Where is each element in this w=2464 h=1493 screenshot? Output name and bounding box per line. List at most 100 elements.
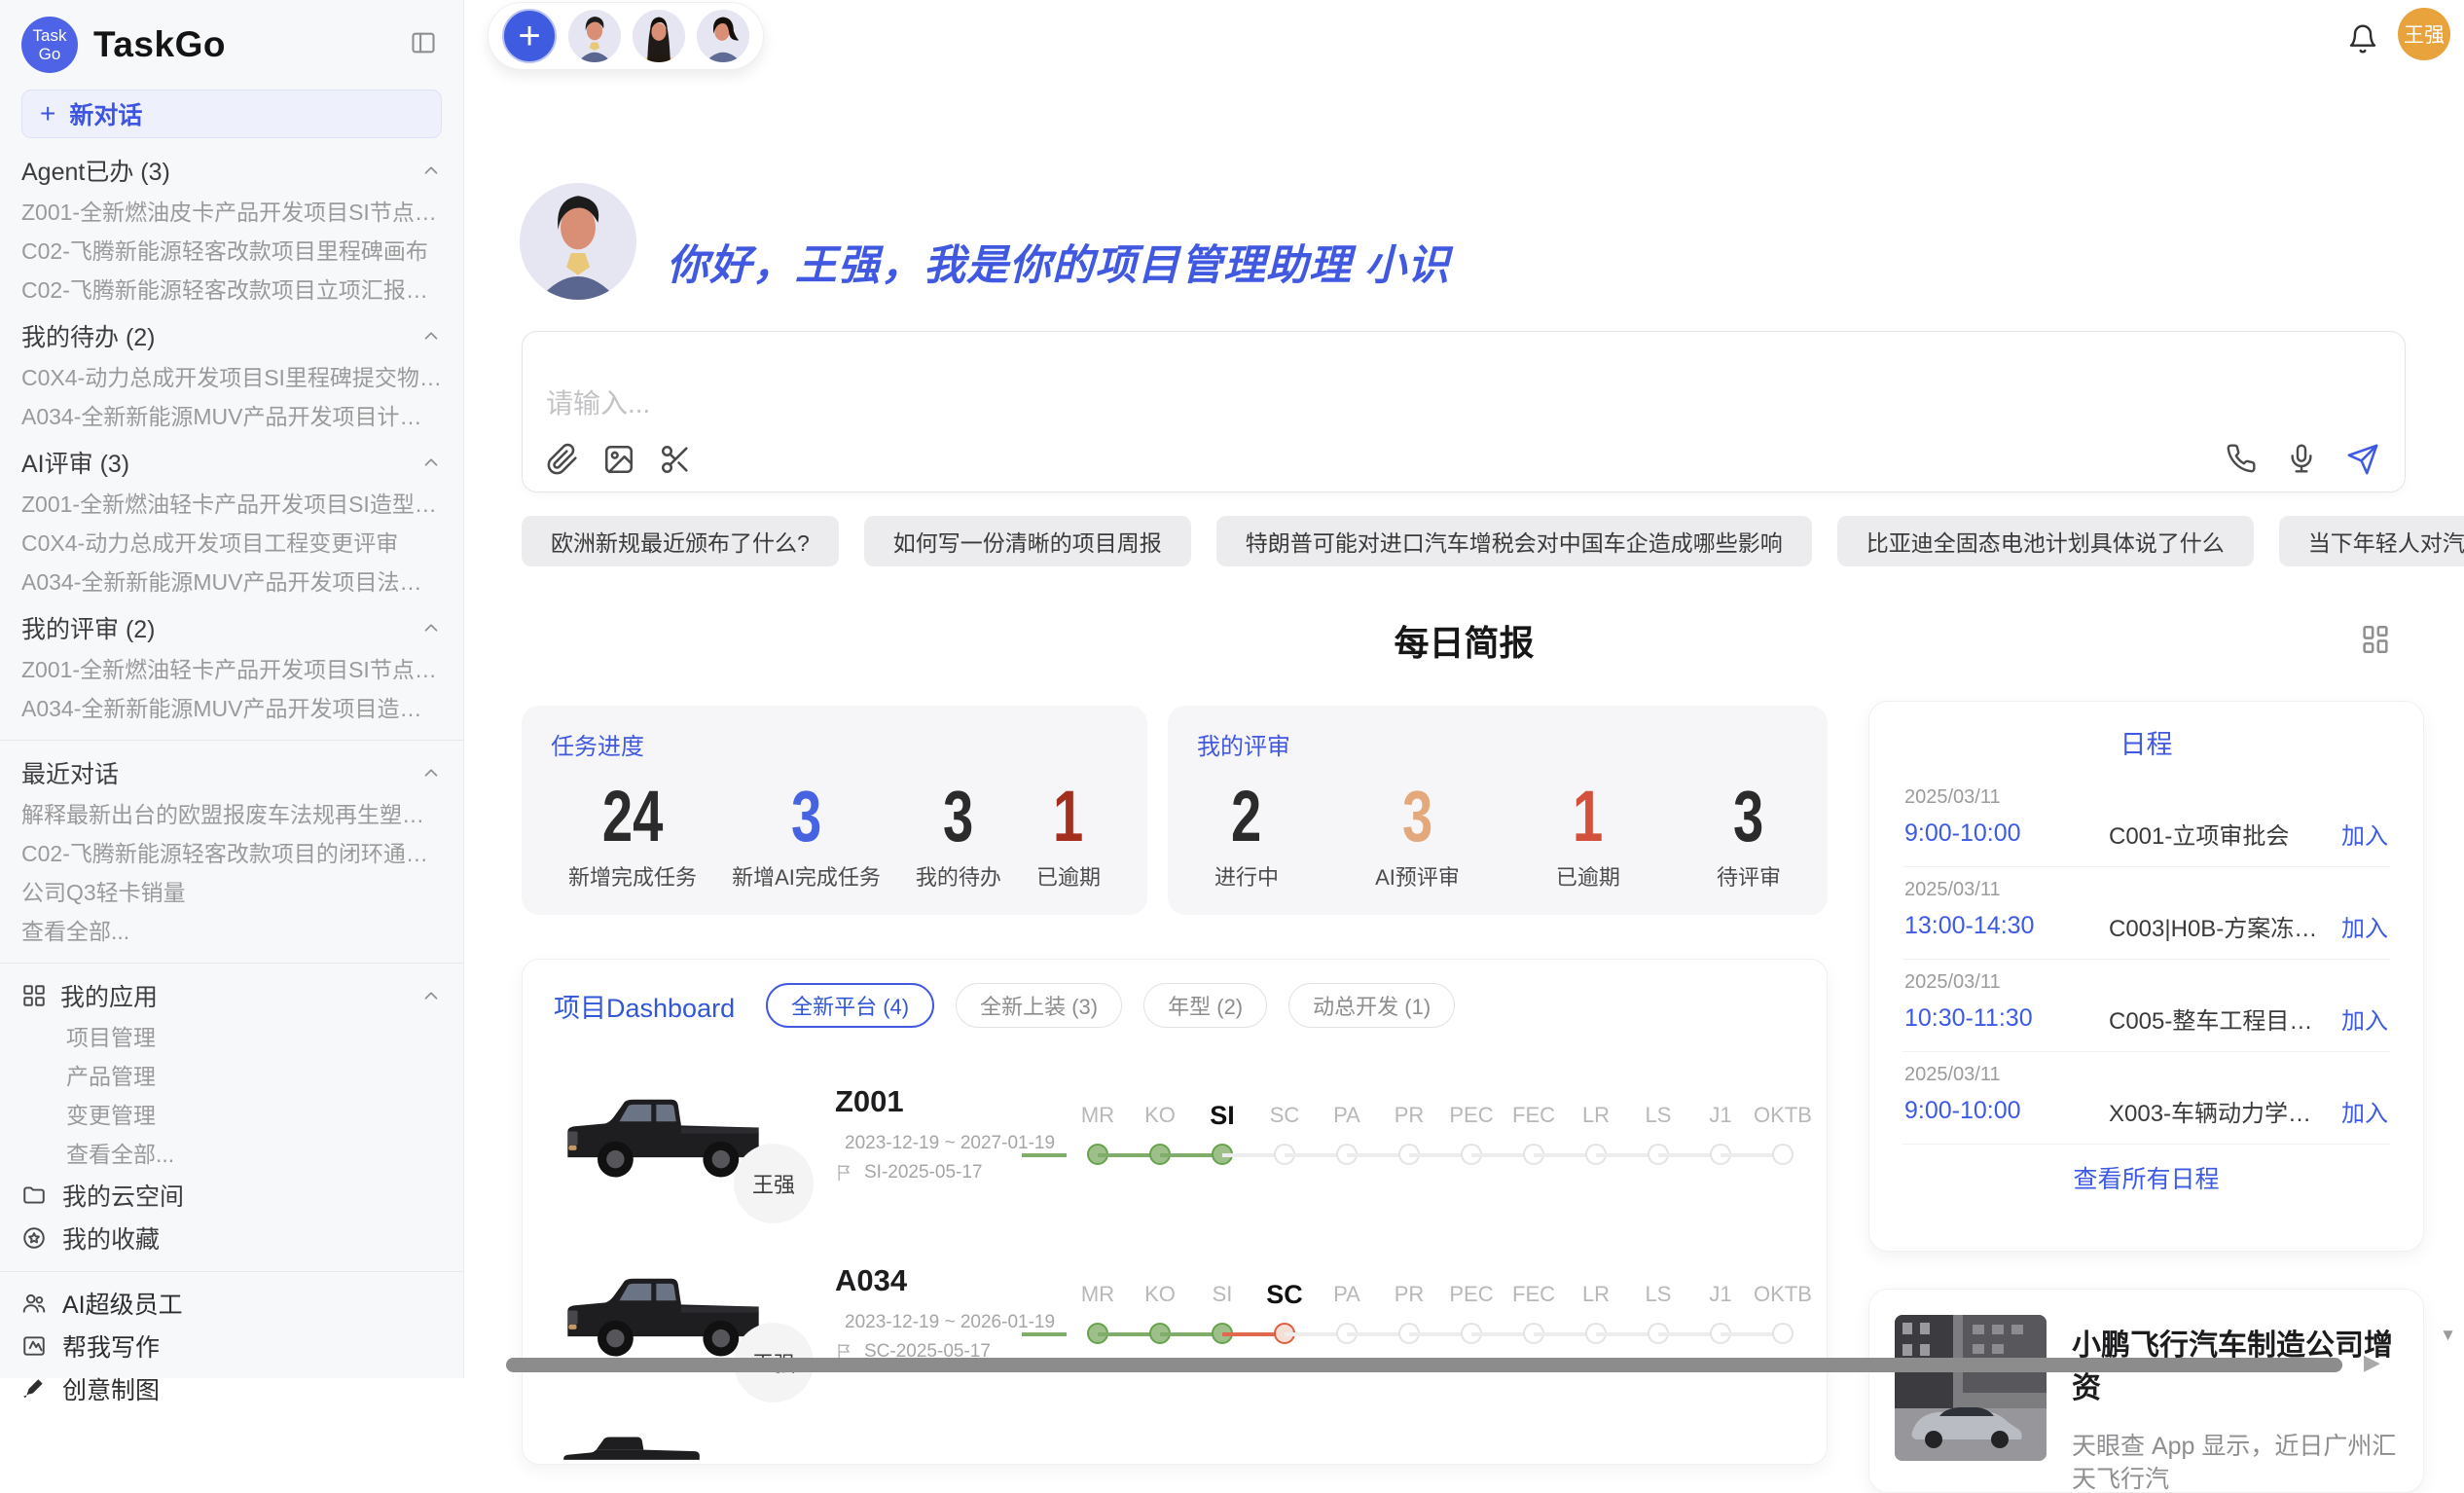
- stat-ai-done: 3 新增AI完成任务: [732, 775, 881, 892]
- my-review-card: 我的评审 2 进行中 3 AI预评审 1 已逾期 3 待评审: [1168, 706, 1828, 915]
- scissors-icon[interactable]: [659, 443, 692, 476]
- chevron-up-icon[interactable]: [420, 160, 442, 181]
- join-link[interactable]: 加入: [2341, 909, 2388, 943]
- chevron-up-icon[interactable]: [420, 985, 442, 1006]
- mic-icon[interactable]: [2286, 443, 2319, 476]
- attachment-icon[interactable]: [546, 443, 579, 476]
- section-ai-review[interactable]: AI评审 (3): [21, 440, 442, 485]
- avatar-female-2[interactable]: [697, 10, 749, 62]
- recent-chat-item[interactable]: 公司Q3轻卡销量: [21, 873, 442, 912]
- project-dates: 2023-12-19 ~ 2027-01-19: [835, 1133, 1033, 1154]
- event-time: 13:00-14:30: [1904, 912, 2070, 940]
- view-all-schedule-link[interactable]: 查看所有日程: [1902, 1160, 2390, 1195]
- stat-ai-prereview: 3 AI预评审: [1375, 775, 1460, 892]
- dashboard-title: 项目Dashboard: [554, 987, 735, 1025]
- recent-chat-item[interactable]: 解释最新出台的欧盟报废车法规再生塑料比例被调至15%...: [21, 795, 442, 834]
- suggestion-chip[interactable]: 如何写一份清晰的项目周报: [864, 516, 1191, 566]
- send-icon[interactable]: [2346, 443, 2379, 476]
- view-all-apps[interactable]: 查看全部...: [21, 1135, 442, 1174]
- event-name: X003-车辆动力学性能验...: [2070, 1094, 2328, 1128]
- filter-chip-upfit[interactable]: 全新上装 (3): [956, 983, 1122, 1028]
- sidebar-item[interactable]: Z001-全新燃油轻卡产品开发项目SI造型提交物评审: [21, 485, 442, 524]
- filter-chip-powertrain[interactable]: 动总开发 (1): [1288, 983, 1455, 1028]
- filter-chip-modelyear[interactable]: 年型 (2): [1143, 983, 1267, 1028]
- stat-overdue: 1 已逾期: [1036, 775, 1101, 892]
- section-my-review[interactable]: 我的评审 (2): [21, 605, 442, 650]
- project-dashboard-card: 项目Dashboard 全新平台 (4) 全新上装 (3) 年型 (2) 动总开…: [522, 959, 1828, 1465]
- task-progress-title: 任务进度: [551, 727, 1118, 761]
- app-item-project-mgmt[interactable]: 项目管理: [21, 1018, 442, 1057]
- divider: [0, 1271, 463, 1272]
- sidebar-item[interactable]: A034-全新新能源MUV产品开发项目法规符合性评审: [21, 563, 442, 601]
- image-icon[interactable]: [602, 443, 635, 476]
- project-name: A034: [835, 1263, 1033, 1298]
- sidebar-item-favorites[interactable]: 我的收藏: [21, 1217, 442, 1259]
- event-name: C003|H0B-方案冻结评审: [2070, 909, 2328, 943]
- sidebar-item[interactable]: C02-飞腾新能源轻客改款项目立项汇报方案: [21, 271, 442, 310]
- project-image-partial: [554, 1417, 709, 1465]
- milestone-strip: MR KO SI SC PA PR PEC FEC LR LS J1 OKTB: [1067, 1272, 1814, 1354]
- app-item-change-mgmt[interactable]: 变更管理: [21, 1096, 442, 1135]
- phone-icon[interactable]: [2226, 443, 2259, 476]
- schedule-event: 2025/03/11 9:00-10:00 X003-车辆动力学性能验... 加…: [1902, 1052, 2390, 1145]
- chevron-up-icon[interactable]: [420, 762, 442, 783]
- project-row[interactable]: 王强 Z001 2023-12-19 ~ 2027-01-19 SI-2025-…: [554, 1061, 1795, 1207]
- project-image: 王强: [554, 1072, 773, 1196]
- join-link[interactable]: 加入: [2341, 817, 2388, 851]
- news-body: 天眼查 App 显示，近日广州汇天飞行汽: [2072, 1430, 2398, 1493]
- join-link[interactable]: 加入: [2341, 1001, 2388, 1036]
- sidebar-item[interactable]: Z001-全新燃油轻卡产品开发项目SI节点属性5D文件评审: [21, 650, 442, 689]
- user-avatar[interactable]: 王强: [2398, 8, 2450, 60]
- sidebar-item-help-write[interactable]: 帮我写作: [21, 1325, 442, 1367]
- suggestion-chip[interactable]: 比亚迪全固态电池计划具体说了什么: [1837, 516, 2254, 566]
- sidebar-item[interactable]: C0X4-动力总成开发项目工程变更评审: [21, 524, 442, 563]
- section-my-todo[interactable]: 我的待办 (2): [21, 313, 442, 358]
- app-item-product-mgmt[interactable]: 产品管理: [21, 1057, 442, 1096]
- chevron-up-icon[interactable]: [420, 325, 442, 346]
- event-date: 2025/03/11: [1904, 879, 2388, 901]
- chevron-up-icon[interactable]: [420, 617, 442, 638]
- avatar-female-1[interactable]: [633, 10, 685, 62]
- suggestion-chip[interactable]: 欧洲新规最近颁布了什么?: [522, 516, 839, 566]
- new-chat-button[interactable]: + 新对话: [21, 90, 442, 138]
- my-review-title: 我的评审: [1197, 727, 1798, 761]
- sidebar-item[interactable]: A034-全新新能源MUV产品开发项目造型可行性评审: [21, 689, 442, 728]
- section-recent-chats[interactable]: 最近对话: [21, 750, 442, 795]
- stat-in-progress: 2 进行中: [1214, 775, 1279, 892]
- filter-chip-platform[interactable]: 全新平台 (4): [766, 983, 934, 1028]
- avatar-male[interactable]: [568, 10, 621, 62]
- recent-chat-item[interactable]: C02-飞腾新能源轻客改款项目的闭环通告反馈情况: [21, 834, 442, 873]
- sidebar-item-cloud-space[interactable]: 我的云空间: [21, 1174, 442, 1217]
- milestone-strip: MR KO SI SC PA PR PEC FEC LR LS J1 OKTB: [1067, 1093, 1814, 1175]
- section-my-apps[interactable]: 我的应用: [21, 973, 442, 1018]
- horizontal-scrollbar[interactable]: [506, 1358, 2342, 1372]
- suggestion-chip[interactable]: 当下年轻人对汽车外观有怎样的喜好趋势: [2279, 516, 2464, 566]
- scroll-down-indicator[interactable]: ▼: [2440, 1326, 2456, 1345]
- join-link[interactable]: 加入: [2341, 1094, 2388, 1128]
- sidebar-item[interactable]: Z001-全新燃油皮卡产品开发项目SI节点Lesson Learn报告: [21, 193, 442, 232]
- project-dates: 2023-12-19 ~ 2026-01-19: [835, 1312, 1033, 1333]
- milestone-dot: [1772, 1144, 1794, 1165]
- chat-input[interactable]: [546, 388, 2006, 419]
- sidebar-item[interactable]: C0X4-动力总成开发项目SI里程碑提交物检查: [21, 358, 442, 397]
- sidebar-item-creative-draw[interactable]: 创意制图: [21, 1367, 442, 1410]
- event-date: 2025/03/11: [1904, 1064, 2388, 1086]
- sidebar-item-ai-staff[interactable]: AI超级员工: [21, 1282, 442, 1325]
- stat-new-done: 24 新增完成任务: [568, 775, 697, 892]
- scroll-right-arrow[interactable]: ▶: [2364, 1350, 2380, 1375]
- layout-grid-icon[interactable]: [2359, 623, 2392, 656]
- view-all-chats[interactable]: 查看全部...: [21, 912, 442, 951]
- new-session-button[interactable]: +: [502, 9, 557, 63]
- section-agent-done[interactable]: Agent已办 (3): [21, 148, 442, 193]
- event-time: 10:30-11:30: [1904, 1004, 2070, 1033]
- news-card[interactable]: 小鹏飞行汽车制造公司增资 天眼查 App 显示，近日广州汇天飞行汽: [1868, 1289, 2424, 1493]
- event-date: 2025/03/11: [1904, 971, 2388, 994]
- notification-bell-icon[interactable]: [2347, 23, 2378, 55]
- sidebar-item[interactable]: A034-全新新能源MUV产品开发项目计划变更表编写: [21, 397, 442, 436]
- sidebar-item[interactable]: C02-飞腾新能源轻客改款项目里程碑画布: [21, 232, 442, 271]
- collapse-sidebar-icon[interactable]: [409, 29, 438, 56]
- suggestion-chip[interactable]: 特朗普可能对进口汽车增税会对中国车企造成哪些影响: [1216, 516, 1812, 566]
- app-logo: Task Go: [21, 17, 78, 73]
- pen-icon: [21, 1376, 47, 1402]
- chevron-up-icon[interactable]: [420, 452, 442, 473]
